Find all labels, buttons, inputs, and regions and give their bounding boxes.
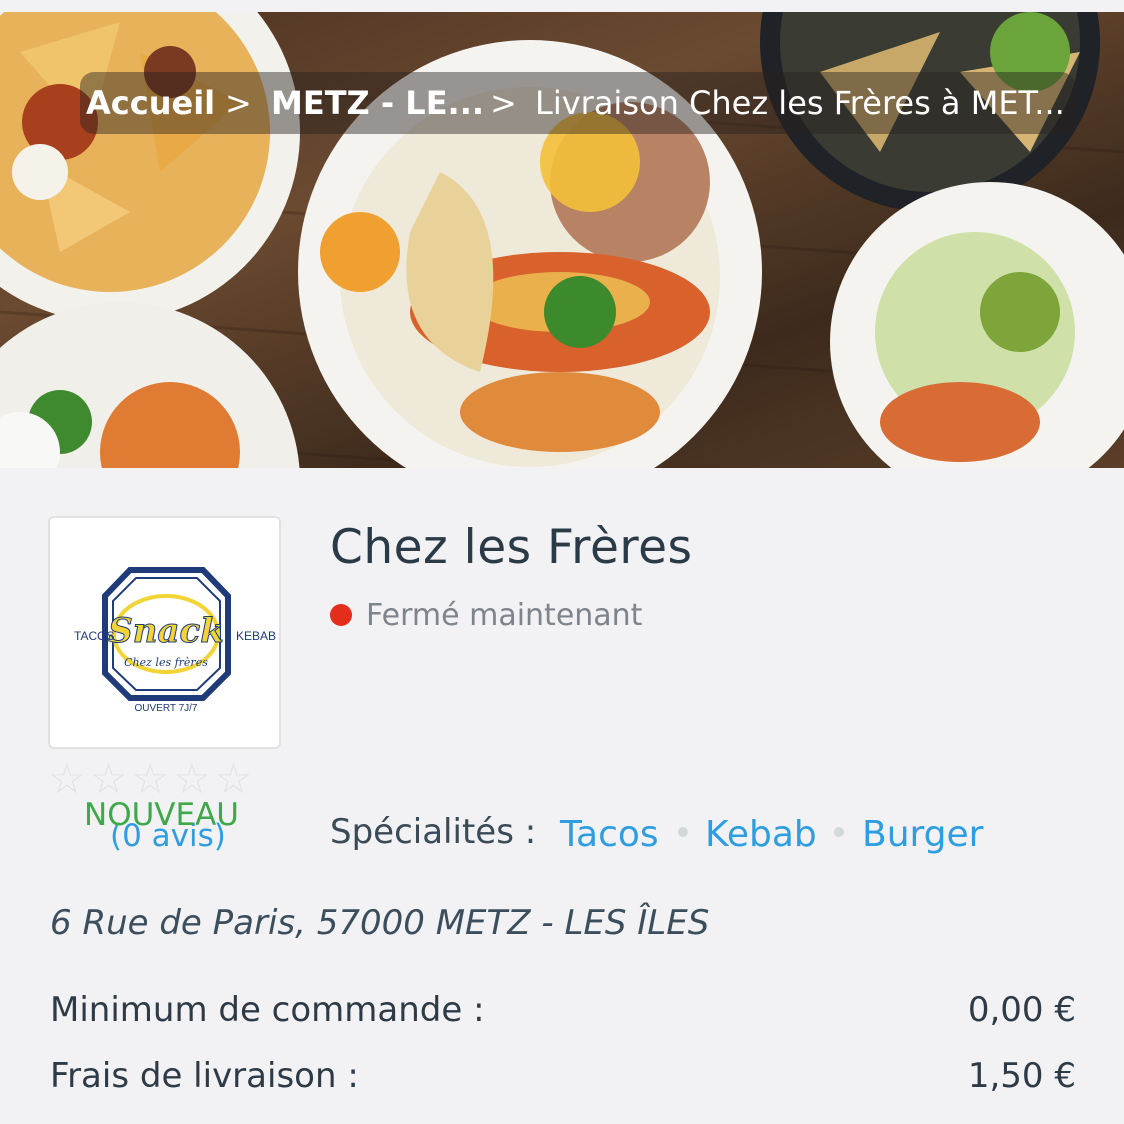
svg-text:Snack: Snack (108, 611, 224, 651)
hero-banner: Accueil > METZ - LE... > Livraison Chez … (0, 12, 1124, 468)
star-empty-icon: ☆ (214, 754, 253, 803)
svg-text:KEBAB: KEBAB (236, 629, 276, 643)
chevron-right-icon: > (490, 84, 517, 122)
bullet-separator (678, 827, 688, 837)
breadcrumb-current-page: Livraison Chez les Frères à MET... (535, 84, 1065, 122)
minimum-order-label: Minimum de commande : (50, 990, 485, 1030)
chevron-right-icon: > (225, 84, 252, 122)
restaurant-logo: Snack Chez les frères TACOS KEBAB OUVERT… (48, 516, 281, 749)
status-indicator-icon (330, 604, 352, 626)
breadcrumb-city-link[interactable]: METZ - LE... (271, 84, 484, 122)
svg-text:Chez les frères: Chez les frères (124, 656, 208, 669)
svg-text:OUVERT 7J/7: OUVERT 7J/7 (135, 703, 198, 714)
star-empty-icon: ☆ (48, 754, 86, 803)
breadcrumb-home-link[interactable]: Accueil (86, 84, 215, 122)
star-empty-icon: ☆ (131, 754, 169, 803)
bullet-separator (834, 827, 844, 837)
delivery-fee-label: Frais de livraison : (50, 1056, 359, 1096)
minimum-order-value: 0,00 € (967, 990, 1076, 1030)
specialty-link-kebab[interactable]: Kebab (705, 814, 817, 855)
new-badge: NOUVEAU (84, 797, 239, 833)
specialties-label: Spécialités : (330, 812, 537, 852)
star-empty-icon: ☆ (89, 754, 128, 803)
restaurant-name: Chez les Frères (330, 520, 693, 575)
delivery-fee-value: 1,50 € (967, 1056, 1076, 1096)
opening-status: Fermé maintenant (366, 598, 643, 633)
svg-text:TACOS: TACOS (74, 629, 114, 643)
snack-logo-icon: Snack Chez les frères TACOS KEBAB OUVERT… (74, 567, 276, 714)
breadcrumb: Accueil > METZ - LE... > Livraison Chez … (80, 72, 1075, 134)
star-empty-icon: ☆ (172, 754, 211, 803)
specialty-link-burger[interactable]: Burger (862, 814, 983, 855)
restaurant-address: 6 Rue de Paris, 57000 METZ - LES ÎLES (50, 903, 710, 943)
specialty-link-tacos[interactable]: Tacos (560, 814, 659, 855)
rating-stars: ☆ ☆ ☆ ☆ ☆ (48, 758, 252, 800)
